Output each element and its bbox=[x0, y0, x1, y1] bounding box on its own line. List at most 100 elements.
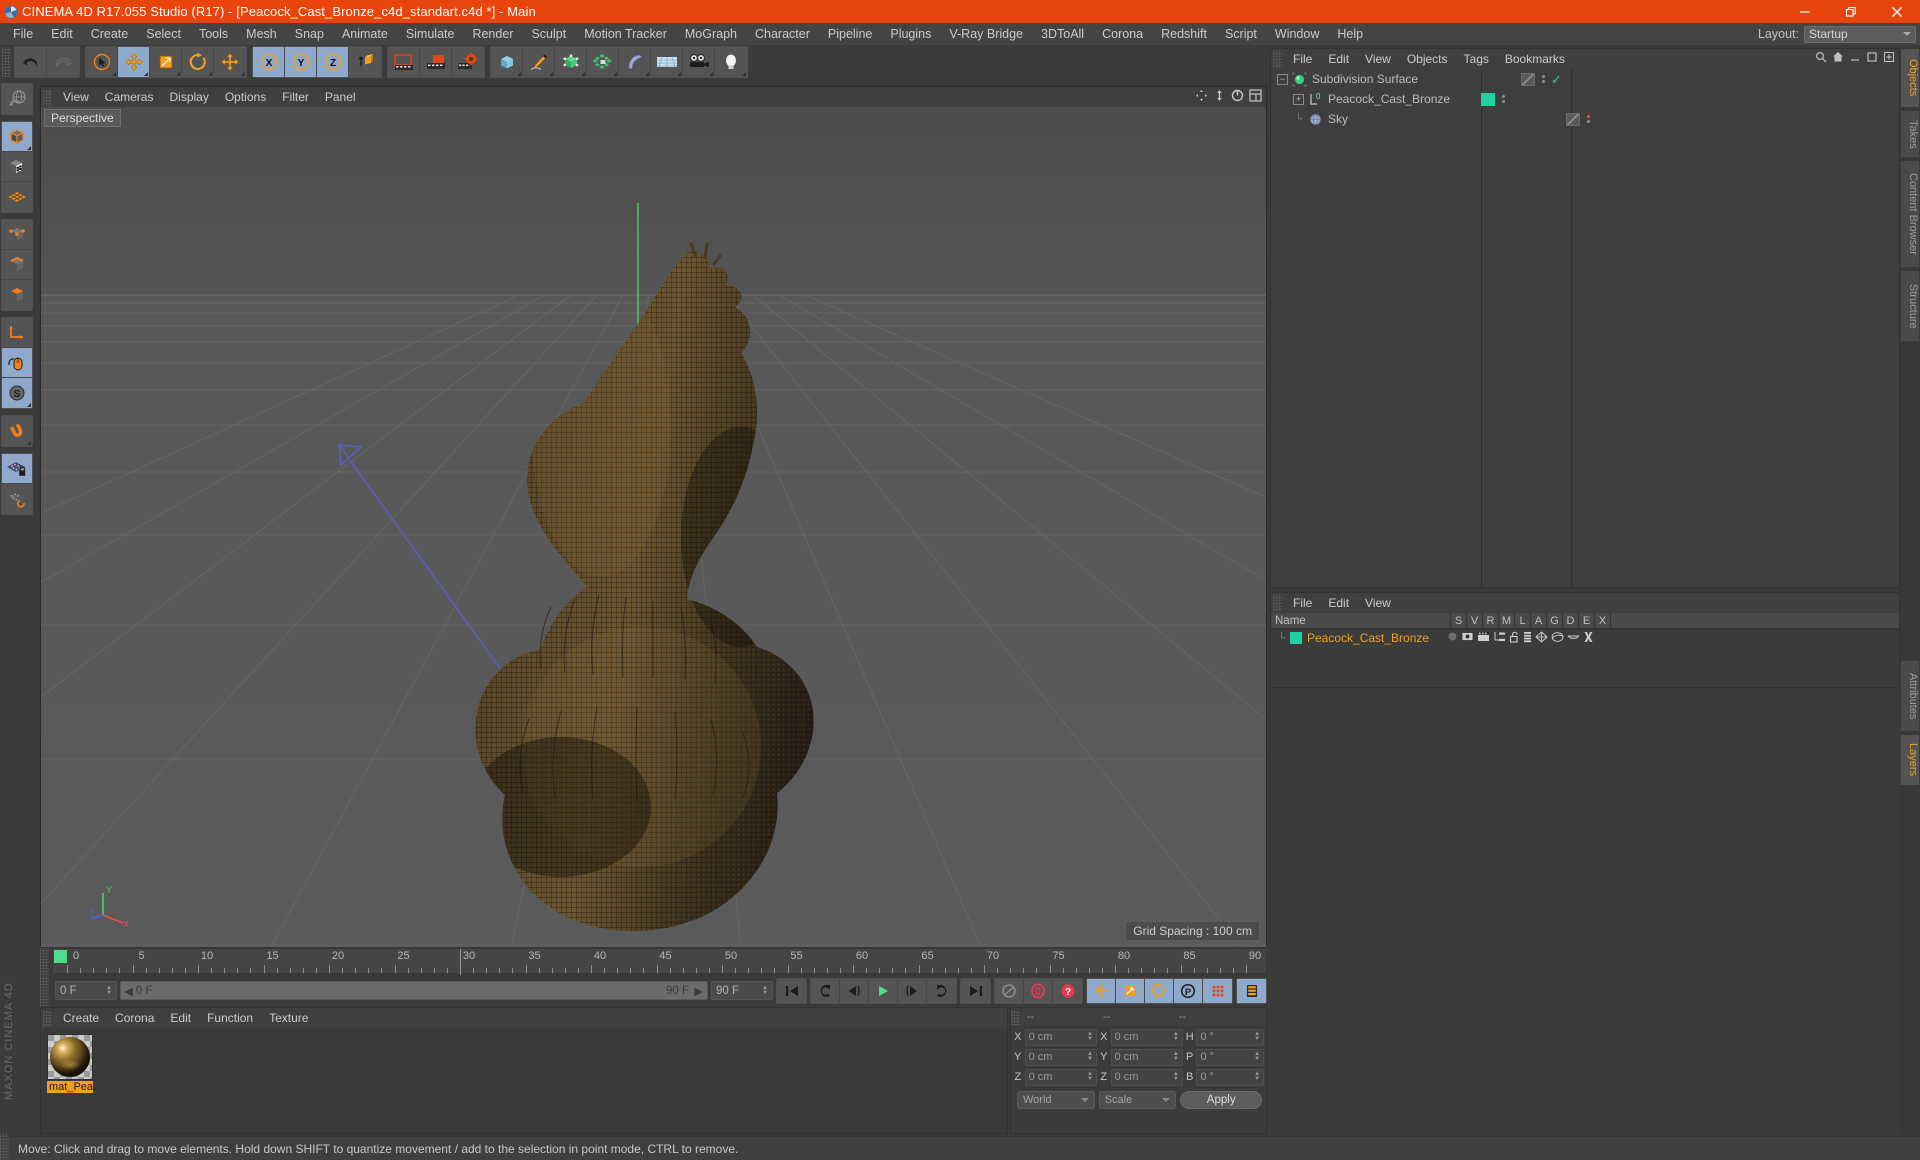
previous-frame-button[interactable] bbox=[840, 978, 869, 1003]
visibility-dots[interactable] bbox=[1539, 75, 1547, 83]
layer-col-r[interactable]: R bbox=[1483, 612, 1499, 629]
coord-field-pos-y[interactable]: 0 cm ▲ ▼ bbox=[1024, 1048, 1097, 1066]
viewport-menu-view[interactable]: View bbox=[55, 87, 97, 107]
scale-tool[interactable] bbox=[150, 47, 182, 77]
maximize-view-icon[interactable] bbox=[1249, 89, 1262, 105]
parameter-key-button[interactable]: P bbox=[1174, 978, 1203, 1003]
enable-check-icon[interactable]: ✓ bbox=[1551, 73, 1562, 86]
menu-file[interactable]: File bbox=[4, 23, 42, 45]
live-selection-tool[interactable] bbox=[86, 47, 118, 77]
layer-row[interactable]: └ Peacock_Cast_Bronze bbox=[1271, 629, 1899, 647]
close-button[interactable] bbox=[1874, 0, 1920, 23]
play-forward-button[interactable] bbox=[927, 978, 956, 1003]
enable-snap-button[interactable]: S bbox=[2, 378, 32, 408]
material-menu-edit[interactable]: Edit bbox=[162, 1008, 199, 1028]
visibility-dots[interactable] bbox=[1499, 95, 1507, 103]
go-to-start-button[interactable] bbox=[777, 978, 806, 1003]
viewport-menu-options[interactable]: Options bbox=[217, 87, 274, 107]
layer-menu-edit[interactable]: Edit bbox=[1320, 593, 1357, 613]
menu-sculpt[interactable]: Sculpt bbox=[522, 23, 575, 45]
render-to-picture-viewer-button[interactable] bbox=[420, 47, 452, 77]
point-mode-button[interactable] bbox=[2, 220, 32, 250]
object-menu-tags[interactable]: Tags bbox=[1456, 49, 1497, 69]
object-menu-bookmarks[interactable]: Bookmarks bbox=[1497, 49, 1573, 69]
object-menu-objects[interactable]: Objects bbox=[1399, 49, 1456, 69]
world-object-coordinates-button[interactable] bbox=[349, 47, 381, 77]
menu-plugins[interactable]: Plugins bbox=[881, 23, 940, 45]
magnet-tool-button[interactable] bbox=[2, 416, 32, 446]
status-bar-gripper[interactable] bbox=[0, 1133, 9, 1160]
current-frame-field[interactable]: 0 F ▲ ▼ bbox=[55, 981, 117, 1000]
coord-field-pos-x[interactable]: 0 cm ▲ ▼ bbox=[1024, 1028, 1097, 1046]
menu-render[interactable]: Render bbox=[463, 23, 522, 45]
viewport-solo-button[interactable] bbox=[2, 348, 32, 378]
scale-key-button[interactable] bbox=[1116, 978, 1145, 1003]
edge-mode-button[interactable] bbox=[2, 250, 32, 280]
timeline-current-marker[interactable] bbox=[54, 950, 67, 963]
apply-button[interactable]: Apply bbox=[1180, 1091, 1262, 1109]
record-active-objects-button[interactable] bbox=[995, 978, 1024, 1003]
coordinate-system-select[interactable]: World bbox=[1017, 1091, 1095, 1109]
menu-edit[interactable]: Edit bbox=[42, 23, 82, 45]
animation-layers-button[interactable] bbox=[1237, 978, 1266, 1003]
menu-window[interactable]: Window bbox=[1266, 23, 1328, 45]
menu-simulate[interactable]: Simulate bbox=[397, 23, 464, 45]
layer-menu-file[interactable]: File bbox=[1285, 593, 1320, 613]
visibility-dots[interactable] bbox=[1584, 115, 1592, 123]
transport-gripper[interactable] bbox=[40, 975, 49, 1006]
viewport-menu-filter[interactable]: Filter bbox=[274, 87, 317, 107]
position-key-button[interactable] bbox=[1087, 978, 1116, 1003]
viewport-menu-cameras[interactable]: Cameras bbox=[97, 87, 162, 107]
coord-field-pos-z[interactable]: 0 cm ▲ ▼ bbox=[1024, 1068, 1097, 1086]
layer-menu-view[interactable]: View bbox=[1357, 593, 1399, 613]
object-menu-file[interactable]: File bbox=[1285, 49, 1320, 69]
restore-button[interactable] bbox=[1828, 0, 1874, 23]
menu-select[interactable]: Select bbox=[137, 23, 190, 45]
lock-x-axis-button[interactable]: X bbox=[253, 47, 285, 77]
timeline-gripper[interactable] bbox=[40, 948, 49, 978]
menu-corona[interactable]: Corona bbox=[1093, 23, 1152, 45]
point-level-animation-button[interactable] bbox=[1203, 978, 1232, 1003]
coordinates-gripper[interactable] bbox=[1011, 1009, 1020, 1025]
move-view-icon[interactable] bbox=[1195, 89, 1208, 105]
undo-button[interactable] bbox=[15, 47, 47, 77]
keyframe-selection-button[interactable]: ? bbox=[1053, 978, 1082, 1003]
global-move-tool[interactable] bbox=[214, 47, 246, 77]
object-row-sky[interactable]: └ Sky bbox=[1271, 109, 1899, 129]
spinner-icon[interactable]: ▲ ▼ bbox=[1087, 1031, 1093, 1042]
coord-field-size-z[interactable]: 0 cm ▲ ▼ bbox=[1110, 1068, 1183, 1086]
menu-create[interactable]: Create bbox=[82, 23, 138, 45]
move-tool[interactable] bbox=[118, 47, 150, 77]
tab-content-browser[interactable]: Content Browser bbox=[1900, 160, 1920, 268]
peacock-sculpture-model[interactable] bbox=[41, 107, 1266, 947]
coord-field-rot-h[interactable]: 0 ° ▲ ▼ bbox=[1196, 1028, 1265, 1046]
menu-redshift[interactable]: Redshift bbox=[1152, 23, 1216, 45]
model-mode-button[interactable] bbox=[2, 122, 32, 152]
add-array-button[interactable] bbox=[587, 47, 619, 77]
viewport-gripper[interactable] bbox=[43, 88, 52, 106]
manager-tree-icon[interactable] bbox=[1493, 631, 1506, 645]
timeline-playhead[interactable] bbox=[460, 949, 461, 975]
layer-col-g[interactable]: G bbox=[1547, 612, 1563, 629]
spinner-icon[interactable]: ▲ ▼ bbox=[1254, 1051, 1260, 1062]
menu-script[interactable]: Script bbox=[1216, 23, 1266, 45]
animation-bars-icon[interactable] bbox=[1523, 631, 1532, 646]
next-frame-button[interactable] bbox=[898, 978, 927, 1003]
spinner-icon[interactable]: ▲ ▼ bbox=[1087, 1051, 1093, 1062]
panel-maximize-icon[interactable] bbox=[1866, 51, 1878, 66]
layer-col-e[interactable]: E bbox=[1579, 612, 1595, 629]
coord-field-size-x[interactable]: 0 cm ▲ ▼ bbox=[1110, 1028, 1183, 1046]
panel-add-icon[interactable] bbox=[1883, 51, 1895, 66]
menu-vray-bridge[interactable]: V-Ray Bridge bbox=[940, 23, 1032, 45]
size-mode-select[interactable]: Scale bbox=[1098, 1091, 1177, 1109]
menu-mograph[interactable]: MoGraph bbox=[676, 23, 746, 45]
layer-col-v[interactable]: V bbox=[1467, 612, 1483, 629]
lock-workplane-button[interactable] bbox=[2, 454, 32, 484]
spinner-icon[interactable]: ▲ ▼ bbox=[1254, 1031, 1260, 1042]
material-menu-create[interactable]: Create bbox=[55, 1008, 107, 1028]
visibility-toggle[interactable] bbox=[1566, 112, 1580, 126]
menu-mesh[interactable]: Mesh bbox=[237, 23, 286, 45]
spinner-icon[interactable]: ▲ ▼ bbox=[106, 985, 112, 996]
menu-pipeline[interactable]: Pipeline bbox=[819, 23, 881, 45]
layer-col-l[interactable]: L bbox=[1515, 612, 1531, 629]
